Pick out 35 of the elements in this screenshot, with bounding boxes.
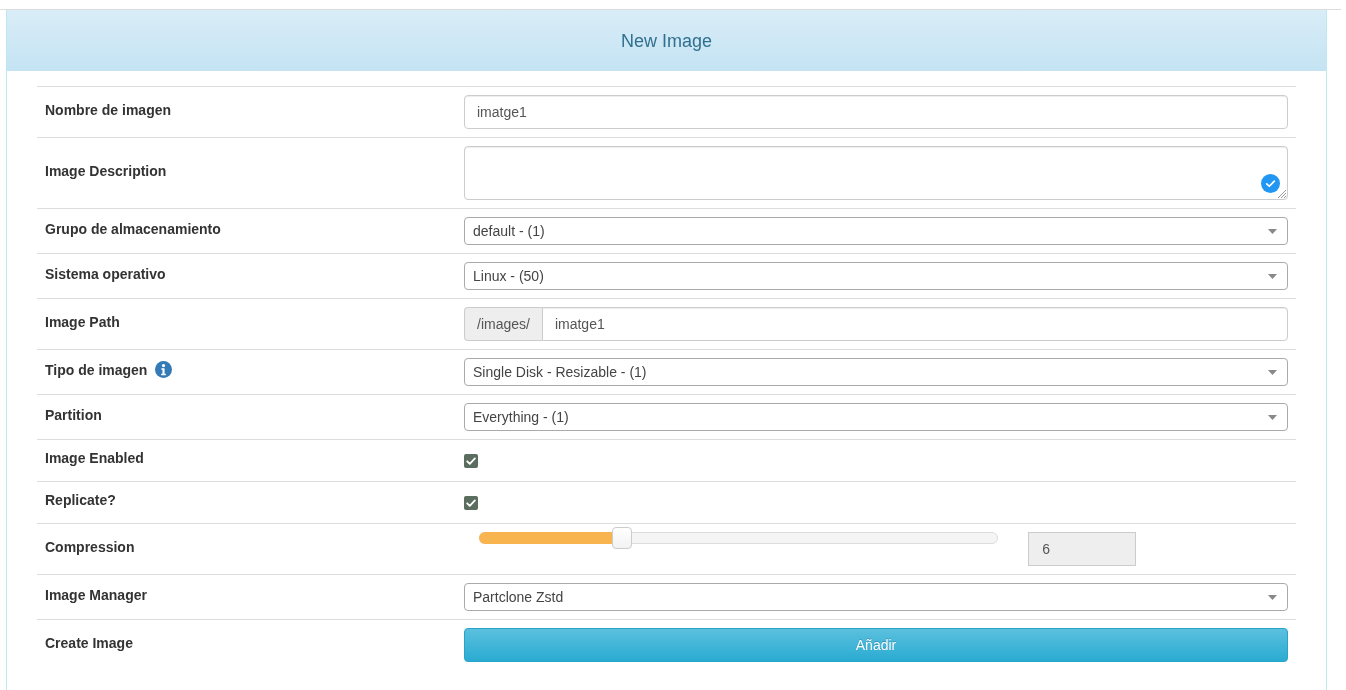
path-prefix-addon: /images/ bbox=[464, 307, 542, 341]
caret-icon bbox=[1268, 414, 1277, 420]
caret-icon bbox=[1268, 594, 1277, 600]
field-label: Grupo de almacenamiento bbox=[45, 219, 221, 239]
dropdown-select[interactable]: default - (1) bbox=[464, 217, 1288, 245]
caret-icon bbox=[1268, 228, 1277, 234]
resize-grip-icon[interactable] bbox=[1278, 190, 1286, 198]
field-label: Partition bbox=[45, 405, 102, 425]
caret-icon bbox=[1268, 273, 1277, 279]
field-label: Sistema operativo bbox=[45, 264, 166, 284]
text-field[interactable]: imatge1 bbox=[464, 95, 1288, 129]
panel-title: New Image bbox=[620, 29, 712, 52]
field-label: Image Manager bbox=[45, 585, 147, 605]
dropdown-select[interactable]: Linux - (50) bbox=[464, 262, 1288, 290]
dropdown-select[interactable]: Everything - (1) bbox=[464, 403, 1288, 431]
checkbox[interactable] bbox=[464, 495, 478, 510]
caret-icon bbox=[1268, 369, 1277, 375]
checkbox[interactable] bbox=[464, 453, 478, 468]
dropdown-select[interactable]: Partclone Zstd bbox=[464, 583, 1288, 611]
number-field[interactable]: 6 bbox=[1028, 532, 1136, 566]
field-label: Create Image bbox=[45, 633, 133, 653]
slider-track[interactable] bbox=[479, 527, 999, 549]
field-label: Image Description bbox=[45, 161, 167, 181]
field-label: Image Path bbox=[45, 312, 120, 332]
slider-thumb[interactable] bbox=[611, 527, 632, 549]
field-label: Compression bbox=[45, 537, 135, 557]
description-field[interactable] bbox=[464, 146, 1288, 200]
field-label: Image Enabled bbox=[45, 449, 144, 468]
field-label: Tipo de imagen bbox=[45, 360, 148, 380]
info-icon[interactable] bbox=[155, 361, 173, 378]
field-label: Nombre de imagen bbox=[45, 100, 172, 120]
check-circle-icon[interactable] bbox=[1261, 174, 1280, 193]
dropdown-select[interactable]: Single Disk - Resizable - (1) bbox=[464, 358, 1288, 386]
field-label: Replicate? bbox=[45, 491, 116, 510]
text-field[interactable]: imatge1 bbox=[541, 307, 1288, 341]
